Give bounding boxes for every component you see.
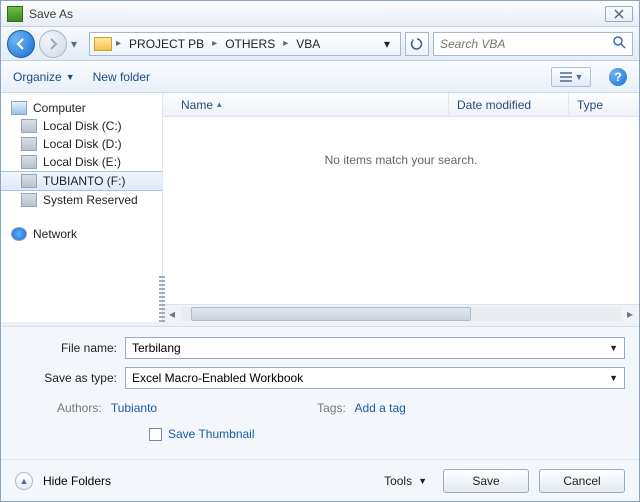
tree-network[interactable]: Network <box>1 225 162 243</box>
hide-folders-label[interactable]: Hide Folders <box>43 474 111 488</box>
chevron-up-icon: ▲ <box>20 476 29 486</box>
drive-icon <box>21 137 37 151</box>
file-list-pane: Name ▴ Date modified Type No items match… <box>163 93 639 322</box>
column-type[interactable]: Type <box>569 93 639 116</box>
tags-label: Tags: <box>317 401 346 415</box>
tree-label: Local Disk (C:) <box>43 119 122 133</box>
cancel-button[interactable]: Cancel <box>539 469 625 493</box>
save-button[interactable]: Save <box>443 469 529 493</box>
chevron-down-icon: ▼ <box>66 72 75 82</box>
drive-icon <box>21 193 37 207</box>
recent-locations-button[interactable]: ▾ <box>71 37 85 51</box>
help-icon: ? <box>614 70 621 84</box>
tree-label: TUBIANTO (F:) <box>43 174 125 188</box>
organize-button[interactable]: Organize ▼ <box>13 70 75 84</box>
save-thumbnail-checkbox[interactable] <box>149 428 162 441</box>
address-bar[interactable]: ▸ PROJECT PB ▸ OTHERS ▸ VBA ▾ <box>89 32 401 56</box>
scrollbar-track[interactable] <box>181 307 621 321</box>
savetype-select[interactable]: Excel Macro-Enabled Workbook ▼ <box>125 367 625 389</box>
tags-value: Add a tag <box>354 401 405 415</box>
search-icon <box>612 35 626 52</box>
close-button[interactable] <box>605 6 633 22</box>
tools-button[interactable]: Tools ▼ <box>378 474 433 488</box>
drive-icon <box>21 174 37 188</box>
folder-icon <box>94 37 112 51</box>
organize-label: Organize <box>13 70 62 84</box>
breadcrumb-segment[interactable]: PROJECT PB <box>123 37 210 51</box>
authors-label: Authors: <box>57 401 102 415</box>
tree-label: Computer <box>33 101 86 115</box>
empty-message: No items match your search. <box>163 117 639 304</box>
chevron-right-icon: ▸ <box>212 38 217 49</box>
breadcrumb-dropdown-button[interactable]: ▾ <box>378 37 396 51</box>
chevron-right-icon: ▸ <box>116 38 121 49</box>
tree-drive[interactable]: Local Disk (C:) <box>1 117 162 135</box>
chevron-right-icon: ▸ <box>283 38 288 49</box>
drive-icon <box>21 119 37 133</box>
column-name[interactable]: Name ▴ <box>163 93 449 116</box>
tags-field[interactable]: Tags: Add a tag <box>317 401 406 415</box>
breadcrumb-segment[interactable]: OTHERS <box>219 37 281 51</box>
back-button[interactable] <box>7 30 35 58</box>
help-button[interactable]: ? <box>609 68 627 86</box>
chevron-down-icon[interactable]: ▼ <box>609 343 618 353</box>
filename-value: Terbilang <box>132 341 181 355</box>
tools-label: Tools <box>384 474 412 488</box>
list-view-icon <box>559 71 573 83</box>
scroll-right-icon[interactable]: ▸ <box>621 307 639 321</box>
scroll-left-icon[interactable]: ◂ <box>163 307 181 321</box>
scrollbar-thumb[interactable] <box>191 307 471 321</box>
authors-value: Tubianto <box>111 401 157 415</box>
chevron-down-icon[interactable]: ▼ <box>609 373 618 383</box>
tree-label: Local Disk (D:) <box>43 137 122 151</box>
forward-arrow-icon <box>46 37 60 51</box>
hide-folders-button[interactable]: ▲ <box>15 472 33 490</box>
save-form: File name: Terbilang ▼ Save as type: Exc… <box>1 326 639 459</box>
search-box[interactable] <box>433 32 633 56</box>
navigation-bar: ▾ ▸ PROJECT PB ▸ OTHERS ▸ VBA ▾ <box>1 27 639 61</box>
horizontal-scrollbar[interactable]: ◂ ▸ <box>163 304 639 322</box>
dialog-footer: ▲ Hide Folders Tools ▼ Save Cancel <box>1 459 639 501</box>
navigation-tree[interactable]: Computer Local Disk (C:) Local Disk (D:)… <box>1 93 163 322</box>
pane-splitter[interactable] <box>159 274 165 322</box>
breadcrumb-segment[interactable]: VBA <box>290 37 326 51</box>
column-headers: Name ▴ Date modified Type <box>163 93 639 117</box>
tree-label: Network <box>33 227 77 241</box>
save-as-dialog: Save As ▾ ▸ PROJECT PB ▸ OTHERS ▸ VBA ▾ <box>0 0 640 502</box>
excel-icon <box>7 6 23 22</box>
filename-input[interactable]: Terbilang ▼ <box>125 337 625 359</box>
column-label: Name <box>181 98 213 112</box>
search-input[interactable] <box>440 37 612 51</box>
chevron-down-icon: ▼ <box>418 476 427 486</box>
refresh-icon <box>410 37 424 51</box>
column-date[interactable]: Date modified <box>449 93 569 116</box>
authors-field[interactable]: Authors: Tubianto <box>57 401 157 415</box>
drive-icon <box>21 155 37 169</box>
command-bar: Organize ▼ New folder ▼ ? <box>1 61 639 93</box>
body-pane: Computer Local Disk (C:) Local Disk (D:)… <box>1 93 639 322</box>
filename-label: File name: <box>15 341 125 355</box>
tree-label: System Reserved <box>43 193 138 207</box>
tree-drive[interactable]: Local Disk (E:) <box>1 153 162 171</box>
titlebar: Save As <box>1 1 639 27</box>
tree-label: Local Disk (E:) <box>43 155 121 169</box>
savetype-value: Excel Macro-Enabled Workbook <box>132 371 303 385</box>
back-arrow-icon <box>14 37 28 51</box>
tree-drive-selected[interactable]: TUBIANTO (F:) <box>1 171 162 191</box>
close-icon <box>614 9 624 19</box>
computer-icon <box>11 101 27 115</box>
tree-computer[interactable]: Computer <box>1 99 162 117</box>
refresh-button[interactable] <box>405 32 429 56</box>
network-icon <box>11 227 27 241</box>
savetype-label: Save as type: <box>15 371 125 385</box>
sort-ascending-icon: ▴ <box>217 99 222 110</box>
tree-drive[interactable]: Local Disk (D:) <box>1 135 162 153</box>
dialog-title: Save As <box>29 7 605 21</box>
view-options-button[interactable]: ▼ <box>551 67 591 87</box>
save-thumbnail-label[interactable]: Save Thumbnail <box>168 427 255 441</box>
new-folder-button[interactable]: New folder <box>93 70 150 84</box>
tree-drive[interactable]: System Reserved <box>1 191 162 209</box>
forward-button[interactable] <box>39 30 67 58</box>
